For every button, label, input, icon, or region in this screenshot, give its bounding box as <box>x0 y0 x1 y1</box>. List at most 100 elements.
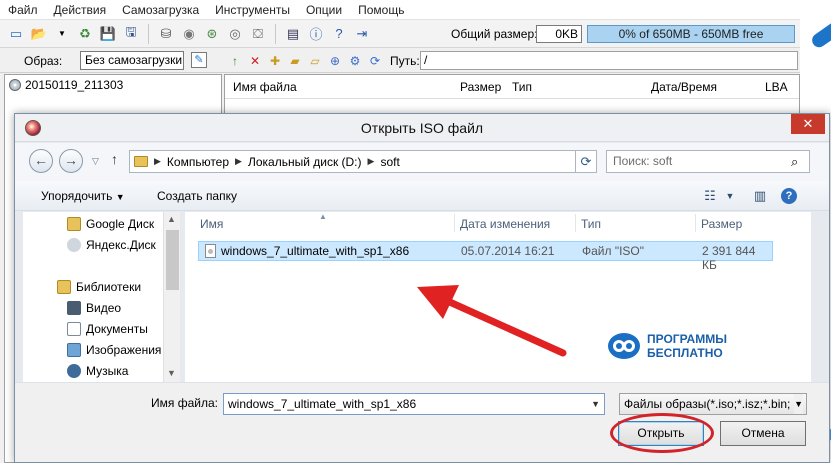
nav-item-label: Музыка <box>86 364 129 378</box>
nav-item-images[interactable]: Изображения <box>67 343 161 357</box>
disc-icon[interactable]: ◎ <box>225 24 245 44</box>
music-icon <box>67 364 81 378</box>
breadcrumb-drive[interactable]: Локальный диск (D:) <box>248 155 362 169</box>
open-icon[interactable]: 📂 <box>29 24 49 44</box>
column-size[interactable]: Размер <box>701 217 742 231</box>
chevron-right-icon[interactable]: ▶ <box>235 156 242 167</box>
add-files-icon[interactable]: ⊕ <box>326 52 344 70</box>
folder-icon[interactable]: ▰ <box>286 52 304 70</box>
filename-input[interactable]: windows_7_ultimate_with_sp1_x86 ▼ <box>223 393 605 415</box>
tree-item-root[interactable]: 20150119_211303 <box>9 78 123 92</box>
delete-icon[interactable]: ✕ <box>246 52 264 70</box>
close-button[interactable]: ✕ <box>791 114 825 134</box>
save-as-icon[interactable]: 🖫 <box>121 24 141 44</box>
forward-button[interactable]: → <box>59 149 83 173</box>
column-separator[interactable] <box>454 214 455 232</box>
compress-icon[interactable]: ⊛ <box>202 24 222 44</box>
column-size[interactable]: Размер <box>460 80 501 94</box>
boot-status-field[interactable]: Без самозагрузки <box>80 51 184 70</box>
file-type-filter[interactable]: Файлы образы(*.iso;*.isz;*.bin; ▼ <box>619 393 807 415</box>
decor-swoosh <box>809 4 831 50</box>
menu-help[interactable]: Помощь <box>350 3 412 17</box>
column-datetime[interactable]: Дата/Время <box>651 80 717 94</box>
address-bar[interactable]: ▶ Компьютер ▶ Локальный диск (D:) ▶ soft <box>129 150 581 173</box>
chevron-down-icon[interactable]: ▼ <box>721 187 739 205</box>
history-dropdown-icon[interactable]: ▽ <box>92 156 99 167</box>
navigation-scrollbar[interactable]: ▲ ▼ <box>163 212 180 382</box>
burn-icon[interactable]: ◉ <box>179 24 199 44</box>
back-button[interactable]: ← <box>29 149 53 173</box>
menu-actions[interactable]: Действия <box>46 3 115 17</box>
menu-options[interactable]: Опции <box>298 3 350 17</box>
mount-icon[interactable]: ⛁ <box>156 24 176 44</box>
up-icon[interactable]: ↑ <box>226 52 244 70</box>
column-lba[interactable]: LBA <box>765 80 788 94</box>
column-type[interactable]: Тип <box>581 217 601 231</box>
organize-button[interactable]: Упорядочить ▼ <box>41 189 125 203</box>
rename-icon[interactable]: ▱ <box>306 52 324 70</box>
organize-label: Упорядочить <box>41 189 113 203</box>
nav-item-documents[interactable]: Документы <box>67 322 148 336</box>
breadcrumb-soft[interactable]: soft <box>380 155 399 169</box>
help-icon[interactable]: ? <box>329 24 349 44</box>
nav-item-video[interactable]: Видео <box>67 301 121 315</box>
refresh-icon[interactable]: ⟳ <box>366 52 384 70</box>
column-filename[interactable]: Имя файла <box>233 80 297 94</box>
file-actions-toolbar: ↑ ✕ ✚ ▰ ▱ ⊕ ⚙ ⟳ <box>226 52 384 70</box>
refresh-button[interactable]: ⟳ <box>575 150 597 173</box>
chevron-down-icon[interactable]: ▼ <box>591 394 600 414</box>
nav-item-libraries[interactable]: Библиотеки <box>57 280 141 294</box>
virtual-drive-icon[interactable]: ⛋ <box>248 24 268 44</box>
extract-icon[interactable]: ♻ <box>75 24 95 44</box>
boot-edit-icon[interactable]: ✎ <box>191 52 207 68</box>
cancel-button[interactable]: Отмена <box>720 421 806 446</box>
breadcrumb-computer[interactable]: Компьютер <box>167 155 229 169</box>
logo-line-1: ПРОГРАММЫ <box>647 332 727 346</box>
open-button[interactable]: Открыть <box>618 421 704 446</box>
properties-icon[interactable]: ▤ <box>283 24 303 44</box>
view-mode-icon[interactable]: ☷ <box>701 187 719 205</box>
nav-item-label: Видео <box>86 301 122 315</box>
chevron-right-icon[interactable]: ▶ <box>154 156 161 167</box>
nav-item-music[interactable]: Музыка <box>67 364 128 378</box>
file-row-selected[interactable]: windows_7_ultimate_with_sp1_x86 05.07.20… <box>198 241 773 272</box>
chevron-down-icon[interactable]: ▼ <box>794 394 803 414</box>
nav-item-yandex-disk[interactable]: Яндекс.Диск <box>67 238 156 252</box>
menu-boot[interactable]: Самозагрузка <box>114 3 207 17</box>
menu-file[interactable]: Файл <box>0 3 46 17</box>
column-date-modified[interactable]: Дата изменения <box>460 217 550 231</box>
chevron-right-icon[interactable]: ▶ <box>368 156 375 167</box>
dialog-titlebar[interactable]: Открыть ISO файл ✕ <box>15 114 829 142</box>
path-field[interactable]: / <box>420 51 798 70</box>
nav-item-google-drive[interactable]: Google Диск <box>67 217 154 231</box>
navigation-pane: Google Диск Яндекс.Диск Библиотеки Видео… <box>23 212 180 382</box>
dialog-title: Открыть ISO файл <box>360 120 484 136</box>
search-icon[interactable]: ⌕ <box>791 154 798 170</box>
nav-item-label: Изображения <box>86 343 162 357</box>
scroll-up-icon[interactable]: ▲ <box>167 214 176 224</box>
save-icon[interactable]: 💾 <box>98 24 118 44</box>
new-icon[interactable]: ▭ <box>6 24 26 44</box>
new-folder-button[interactable]: Создать папку <box>157 189 237 203</box>
help-icon[interactable]: ? <box>781 188 797 204</box>
preview-pane-icon[interactable]: ▥ <box>751 187 769 205</box>
dropdown-icon[interactable]: ▼ <box>52 24 72 44</box>
scroll-down-icon[interactable]: ▼ <box>167 368 176 378</box>
total-size-value: 0KB <box>536 25 582 43</box>
exit-icon[interactable]: ⇥ <box>352 24 372 44</box>
info-icon[interactable]: ⓘ <box>306 24 326 44</box>
file-type: Файл "ISO" <box>582 244 645 258</box>
folder-icon <box>134 156 148 167</box>
new-folder-icon[interactable]: ✚ <box>266 52 284 70</box>
menu-tools[interactable]: Инструменты <box>207 3 298 17</box>
settings-icon[interactable]: ⚙ <box>346 52 364 70</box>
filter-value: Файлы образы(*.iso;*.isz;*.bin; <box>624 397 791 411</box>
search-input[interactable]: Поиск: soft <box>606 150 810 173</box>
column-separator[interactable] <box>695 214 696 232</box>
column-type[interactable]: Тип <box>512 80 532 94</box>
iso-file-icon <box>205 244 216 258</box>
scrollbar-thumb[interactable] <box>166 230 179 290</box>
column-name[interactable]: Имя <box>200 217 223 231</box>
column-separator[interactable] <box>575 214 576 232</box>
up-folder-icon[interactable]: ↑ <box>111 151 118 167</box>
